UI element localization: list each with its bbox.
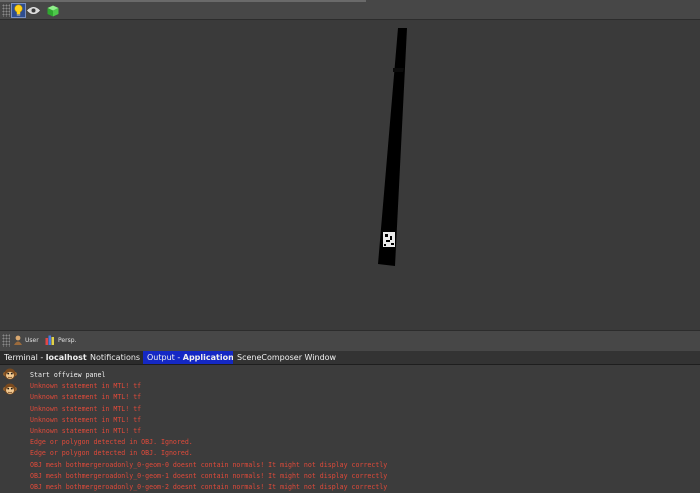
log-line: Unknown statement in MTL! tf (30, 382, 142, 391)
tab-output-app: Application (182, 353, 234, 362)
monkey-icon (3, 383, 17, 395)
monkey-icon (3, 368, 17, 380)
panel-tab-bar: Terminal - localhost Notifications Outpu… (0, 351, 700, 365)
log-line: OBJ mesh bothmergeroadonly_0-geom-1 does… (30, 471, 388, 480)
log-line: OBJ mesh bothmergeroadonly_0-geom-2 does… (30, 482, 388, 491)
perspective-button[interactable]: Persp. (45, 335, 76, 345)
log-line: Unknown statement in MTL! tf (30, 415, 142, 424)
tab-notifications-label: Notifications (90, 353, 141, 362)
cube-icon (47, 5, 58, 16)
tab-scenecomposer[interactable]: SceneComposer Window (233, 351, 700, 364)
tab-scenecomposer-label: SceneComposer Window (237, 353, 337, 362)
3d-viewport[interactable] (0, 20, 700, 330)
console-log: Start offview panel Unknown statement in… (30, 365, 387, 493)
user-camera-button[interactable]: User (13, 335, 39, 345)
lightbulb-icon (14, 4, 23, 16)
console-gutter (0, 365, 20, 493)
tab-terminal-prefix: Terminal - (4, 353, 46, 362)
log-line: Edge or polygon detected in OBJ. Ignored… (30, 449, 193, 458)
log-line: Unknown statement in MTL! tf (30, 404, 142, 413)
eye-icon (27, 6, 40, 15)
tab-terminal[interactable]: Terminal - localhost (0, 351, 91, 364)
viewport-toolbar: User Persp. (0, 330, 700, 351)
log-line: Start offview panel (30, 371, 106, 379)
user-camera-label: User (25, 336, 39, 344)
output-console[interactable]: Start offview panel Unknown statement in… (0, 365, 700, 493)
perspective-chart-icon (45, 335, 54, 345)
user-camera-icon (14, 335, 22, 345)
tab-terminal-host: localhost (45, 353, 87, 362)
log-line: Unknown statement in MTL! tf (30, 426, 142, 435)
top-toolbar (0, 0, 700, 20)
log-line: OBJ mesh bothmergeroadonly_0-geom-0 does… (30, 460, 388, 469)
viewport-toolbar-grip[interactable] (2, 334, 10, 347)
log-line: Edge or polygon detected in OBJ. Ignored… (30, 438, 193, 447)
toolbar-grip-handle[interactable] (2, 4, 10, 17)
tab-output-application[interactable]: Output - Application (143, 351, 237, 364)
road-mesh (378, 28, 407, 266)
tab-notifications[interactable]: Notifications (86, 351, 144, 364)
object-button[interactable] (45, 3, 60, 18)
lightbulb-button[interactable] (11, 3, 26, 18)
visibility-button[interactable] (26, 3, 41, 18)
log-line: Unknown statement in MTL! tf (30, 393, 142, 402)
tab-output-prefix: Output - (147, 353, 183, 362)
perspective-label: Persp. (58, 336, 77, 344)
